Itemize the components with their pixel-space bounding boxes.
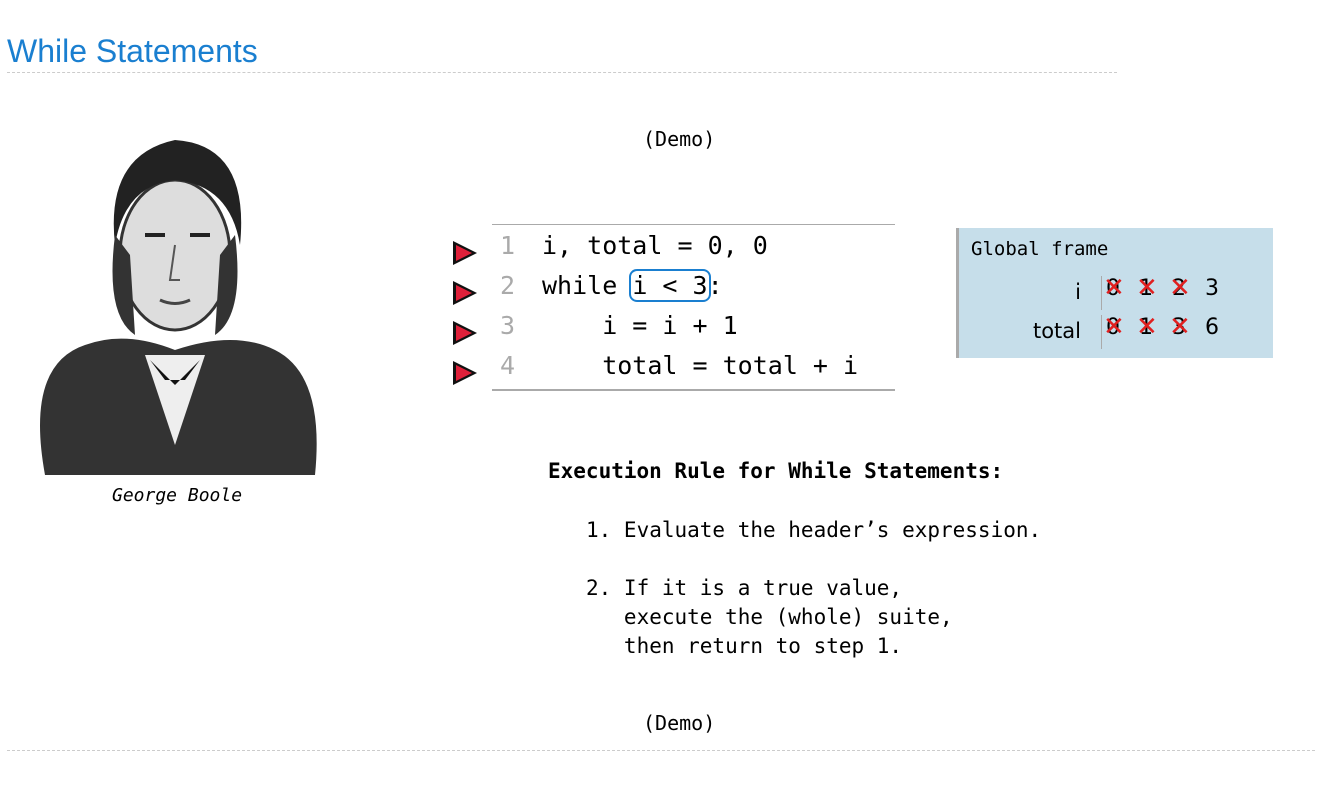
frame-title: Global frame — [971, 238, 1109, 260]
rule-heading: Execution Rule for While Statements: — [548, 459, 1004, 483]
portrait-caption: George Boole — [112, 485, 243, 506]
rule-step-1: 1. Evaluate the header’s expression. — [586, 518, 1042, 542]
play-arrow-icon[interactable] — [453, 321, 477, 345]
title-divider — [7, 72, 1117, 73]
var-name-i: i — [1075, 280, 1081, 304]
demo-label-top: (Demo) — [643, 127, 716, 151]
global-frame: Global frame i 0123 total 0136 — [956, 228, 1273, 358]
line-number: 3 — [500, 311, 516, 340]
code-text: i, total = 0, 0 — [542, 231, 768, 260]
line-number: 2 — [500, 271, 516, 300]
var-name-total: total — [1032, 319, 1081, 343]
slide-title: While Statements — [7, 33, 258, 69]
line-number: 4 — [500, 351, 516, 380]
highlighted-expression: i < 3 — [629, 269, 711, 302]
code-text: total = total + i — [542, 351, 859, 380]
play-arrow-icon[interactable] — [453, 281, 477, 305]
code-text: while i < 3: — [542, 269, 723, 302]
demo-label-bottom: (Demo) — [643, 711, 716, 735]
footer-divider — [7, 750, 1315, 751]
rule-step-2: 2. If it is a true value, execute the (w… — [586, 576, 953, 658]
play-arrow-icon[interactable] — [453, 361, 477, 385]
george-boole-portrait — [40, 140, 317, 475]
code-text: i = i + 1 — [542, 311, 738, 340]
var-values-total: 0136 — [1101, 312, 1238, 349]
code-listing: 1 i, total = 0, 0 2 while i < 3: 3 i = i +… — [453, 224, 895, 391]
var-values-i: 0123 — [1101, 273, 1238, 310]
line-number: 1 — [500, 231, 516, 260]
play-arrow-icon[interactable] — [453, 241, 477, 265]
